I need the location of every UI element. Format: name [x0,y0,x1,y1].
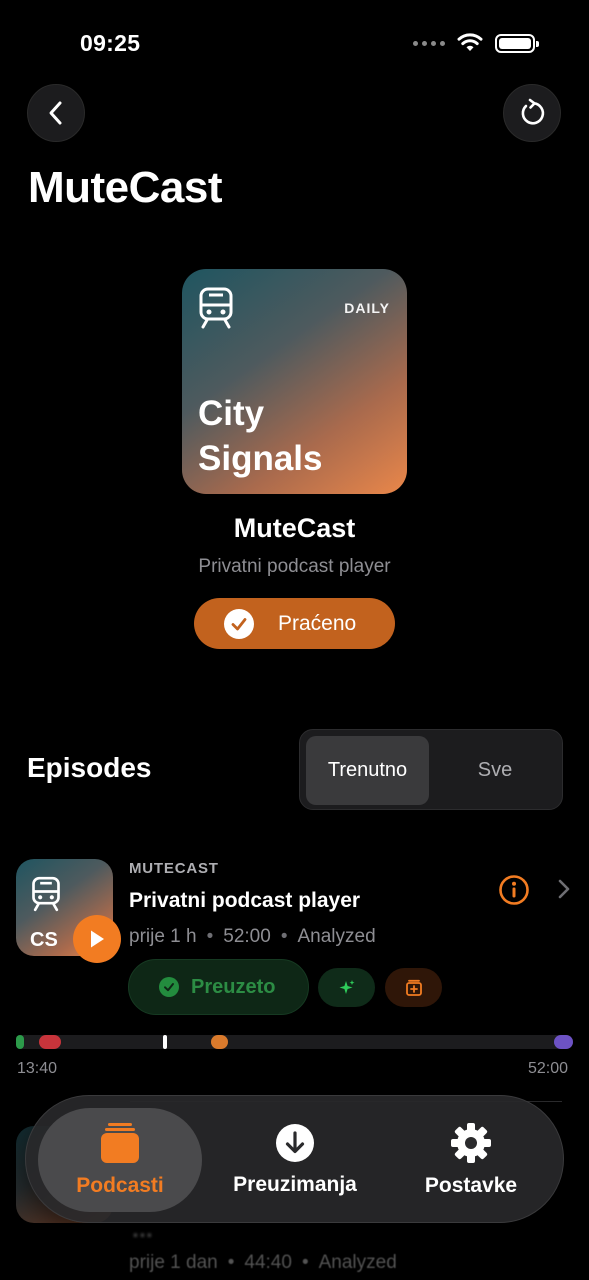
ai-summary-button[interactable] [318,968,375,1007]
timeline-end-time: 52:00 [528,1060,569,1077]
downloaded-label: Preuzeto [191,975,276,998]
chevron-right-icon[interactable] [557,878,571,900]
episode-meta: prije 1 dan • 44:40 • Analyzed [129,1252,397,1273]
back-button[interactable] [27,84,85,142]
play-icon [91,930,104,948]
status-time: 09:25 [80,30,141,56]
wifi-icon [457,33,483,51]
artwork-tag: DAILY [344,300,390,316]
podcast-name: MuteCast [233,513,356,543]
tab-downloads-label: Preuzimanja [233,1173,357,1196]
episode-status: Analyzed [297,926,376,947]
downloaded-badge[interactable]: Preuzeto [128,959,309,1015]
episode-meta: prije 1 h • 52:00 • Analyzed [129,926,376,947]
chevron-left-icon [49,101,62,125]
battery-icon [495,33,539,53]
thumbnail-label: CS [30,929,58,951]
artwork-title-line2: Signals [198,439,323,478]
refresh-icon [521,98,545,125]
episode-status: Analyzed [318,1252,397,1273]
podcast-artwork: DAILY City Signals [182,269,407,494]
tab-settings-label: Postavke [424,1174,518,1197]
episode-title[interactable]: Privatni podcast player [129,889,360,913]
download-icon [276,1124,314,1162]
status-icons [413,33,539,53]
checkmark-icon [224,608,254,639]
gear-icon [451,1123,491,1163]
train-icon [199,287,233,329]
refresh-button[interactable] [503,84,561,142]
signal-icon [413,40,445,46]
episode-age: prije 1 h [129,926,197,947]
episode-timeline[interactable] [16,1035,573,1049]
episode-duration: 52:00 [223,926,271,947]
timeline-marker [211,1035,228,1049]
checkmark-icon [159,977,179,997]
play-button[interactable] [73,915,121,963]
podcasts-icon [101,1123,139,1163]
tab-settings[interactable]: Postavke [386,1108,556,1212]
episode-filter-control: Trenutno Sve [299,729,563,810]
artwork-title-line1: City [198,394,265,433]
info-icon[interactable] [498,874,530,906]
follow-button[interactable]: Praćeno [194,598,395,649]
tab-bar: Podcasti Preuzimanja Postavke [25,1095,564,1223]
segment-all[interactable]: Sve [432,736,558,805]
segment-current[interactable]: Trenutno [306,736,429,805]
page-title: MuteCast [28,163,223,212]
episode-duration: 44:40 [244,1252,292,1273]
tab-downloads[interactable]: Preuzimanja [216,1108,374,1212]
episodes-heading: Episodes [27,752,152,783]
follow-label: Praćeno [278,611,357,635]
queue-icon [405,979,422,996]
timeline-marker [554,1035,573,1049]
add-to-queue-button[interactable] [385,968,442,1007]
podcast-subtitle: Privatni podcast player [198,556,391,577]
episode-channel: MUTECAST [129,860,219,877]
timeline-start-time: 13:40 [17,1060,58,1077]
playhead[interactable] [163,1035,167,1049]
train-icon [32,876,60,912]
timeline-marker [16,1035,24,1049]
tab-podcasts[interactable]: Podcasti [38,1108,202,1212]
tab-podcasts-label: Podcasti [76,1174,164,1197]
timeline-marker [39,1035,61,1049]
artwork-title: City Signals [198,391,322,481]
episode-age: prije 1 dan [129,1252,218,1273]
sparkle-icon [339,979,354,994]
